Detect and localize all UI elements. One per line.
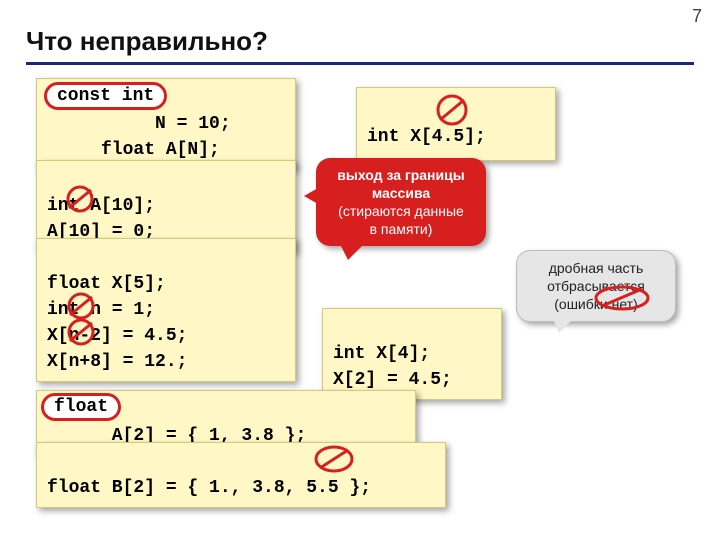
code-line: int X[4.5]; [367, 127, 486, 147]
callout-line: отбрасывается [547, 278, 645, 294]
code-line: float A[N]; [47, 140, 220, 160]
callout-line: массива [372, 185, 430, 201]
code-line: int A[10]; [47, 196, 155, 216]
pill-float: float [41, 393, 121, 421]
callout-line: дробная часть [549, 260, 644, 276]
code-line: float B[2] = { 1., 3.8, 5.5 }; [47, 478, 371, 498]
callout-line: (ошибки нет) [554, 296, 637, 312]
pill-const-int: const int [44, 82, 167, 110]
code-line: N = 10; [47, 114, 231, 134]
code-box-7: float B[2] = { 1., 3.8, 5.5 }; [36, 442, 446, 508]
code-line: X[n-2] = 4.5; [47, 326, 187, 346]
callout-tail-icon [340, 244, 364, 260]
callout-line: в памяти) [370, 221, 433, 237]
code-box-5: int X[4]; X[2] = 4.5; [322, 308, 502, 400]
code-line: int X[4]; [333, 344, 430, 364]
title-divider [26, 62, 694, 65]
code-line: int n = 1; [47, 300, 155, 320]
info-callout: дробная часть отбрасывается (ошибки нет) [516, 250, 676, 322]
code-box-2: int X[4.5]; [356, 87, 556, 161]
callout-line: (стираются данные [338, 203, 464, 219]
code-line: X[2] = 4.5; [333, 370, 452, 390]
callout-line: выход за границы [337, 167, 464, 183]
callout-tail-icon [553, 319, 573, 333]
page-title: Что неправильно? [26, 26, 268, 57]
callout-tail-icon [304, 188, 318, 204]
warning-callout: выход за границы массива (стираются данн… [316, 158, 486, 246]
code-line: float X[5]; [47, 274, 166, 294]
code-box-4: float X[5]; int n = 1; X[n-2] = 4.5; X[n… [36, 238, 296, 382]
code-line: X[n+8] = 12.; [47, 352, 187, 372]
page-number: 7 [692, 6, 702, 27]
